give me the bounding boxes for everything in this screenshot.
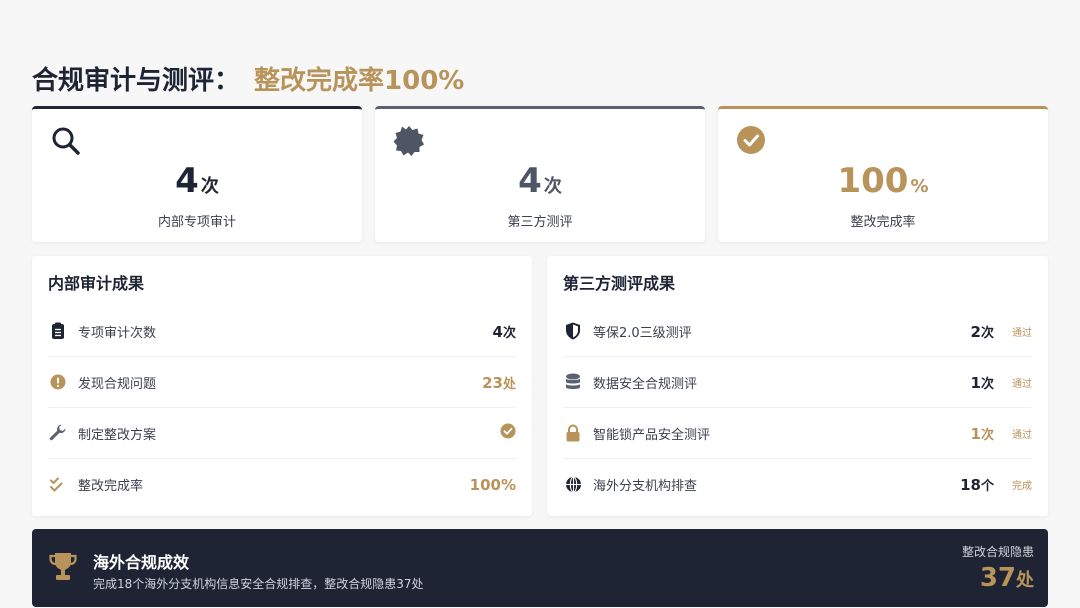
row-value: 1次 [970, 424, 994, 443]
banner-metric-label: 整改合规隐患 [961, 545, 1034, 559]
stat-label: 整改完成率 [850, 215, 916, 230]
alert-circle-icon [48, 372, 68, 392]
list-item: 发现合规问题 23处 [48, 357, 516, 408]
panel-title: 第三方测评成果 [563, 274, 676, 293]
search-icon [50, 125, 82, 157]
banner-metric-value: 37处 [979, 563, 1034, 593]
list-item: 制定整改方案 [48, 408, 516, 459]
stat-card-third-party: 4次 第三方测评 [375, 106, 705, 242]
badge-icon [393, 125, 425, 157]
row-label: 整改完成率 [78, 479, 144, 494]
clipboard-icon [48, 321, 68, 341]
page-title-main: 合规审计与测评： [32, 65, 241, 96]
check-circle-icon [500, 423, 516, 443]
row-label: 专项审计次数 [78, 325, 157, 341]
double-check-icon [48, 475, 68, 495]
trophy-icon [48, 551, 78, 583]
list-item: 智能锁产品安全测评 1次 通过 [563, 408, 1032, 459]
panel-title: 内部审计成果 [48, 274, 145, 293]
list-item: 整改完成率 100% [48, 459, 516, 510]
check-circle-icon [736, 125, 768, 157]
stat-label: 内部专项审计 [157, 215, 236, 230]
page-title-highlight: 整改完成率100% [254, 65, 465, 96]
third-party-panel: 第三方测评成果 等保2.0三级测评 2次 通过 数据安全合规测评 1次 通过 智… [547, 256, 1048, 516]
overseas-compliance-banner: 海外合规成效 完成18个海外分支机构信息安全合规排查，整改合规隐患37处 整改合… [32, 529, 1048, 607]
list-item: 数据安全合规测评 1次 通过 [563, 357, 1032, 408]
wrench-icon [48, 423, 68, 443]
row-value: 18个 [960, 476, 994, 494]
row-value: 1次 [970, 373, 994, 392]
database-icon [563, 372, 583, 392]
row-label: 智能锁产品安全测评 [593, 427, 711, 443]
page-title: 合规审计与测评： 整改完成率100% [32, 58, 464, 98]
list-item: 专项审计次数 4次 [48, 306, 516, 357]
globe-icon [563, 475, 583, 495]
status-badge: 通过 [1012, 327, 1032, 339]
stat-value: 4次 [175, 161, 219, 201]
row-label: 等保2.0三级测评 [593, 325, 692, 341]
status-badge: 通过 [1012, 378, 1032, 390]
stat-card-internal-audit: 4次 内部专项审计 [32, 106, 362, 242]
row-label: 发现合规问题 [78, 376, 157, 392]
row-label: 海外分支机构排查 [593, 479, 698, 494]
status-badge: 通过 [1012, 429, 1032, 441]
row-label: 制定整改方案 [78, 427, 157, 443]
list-item: 海外分支机构排查 18个 完成 [563, 459, 1032, 510]
lock-icon [563, 423, 583, 443]
status-badge: 完成 [1012, 481, 1032, 492]
row-value: 100% [469, 475, 516, 494]
stat-value: 4次 [518, 161, 562, 201]
list-item: 等保2.0三级测评 2次 通过 [563, 306, 1032, 357]
row-label: 数据安全合规测评 [593, 376, 698, 392]
banner-description: 完成18个海外分支机构信息安全合规排查，整改合规隐患37处 [93, 577, 424, 591]
internal-audit-panel: 内部审计成果 专项审计次数 4次 发现合规问题 23处 制定整改方案 整改完成率… [32, 256, 532, 516]
banner-title: 海外合规成效 [93, 553, 190, 572]
row-value: 23处 [482, 373, 516, 392]
row-value: 2次 [970, 322, 994, 341]
stat-value: 100% [837, 161, 929, 201]
stat-label: 第三方测评 [507, 215, 573, 230]
stat-card-completion-rate: 100% 整改完成率 [718, 106, 1048, 242]
row-value: 4次 [492, 322, 516, 341]
shield-icon [563, 321, 583, 341]
